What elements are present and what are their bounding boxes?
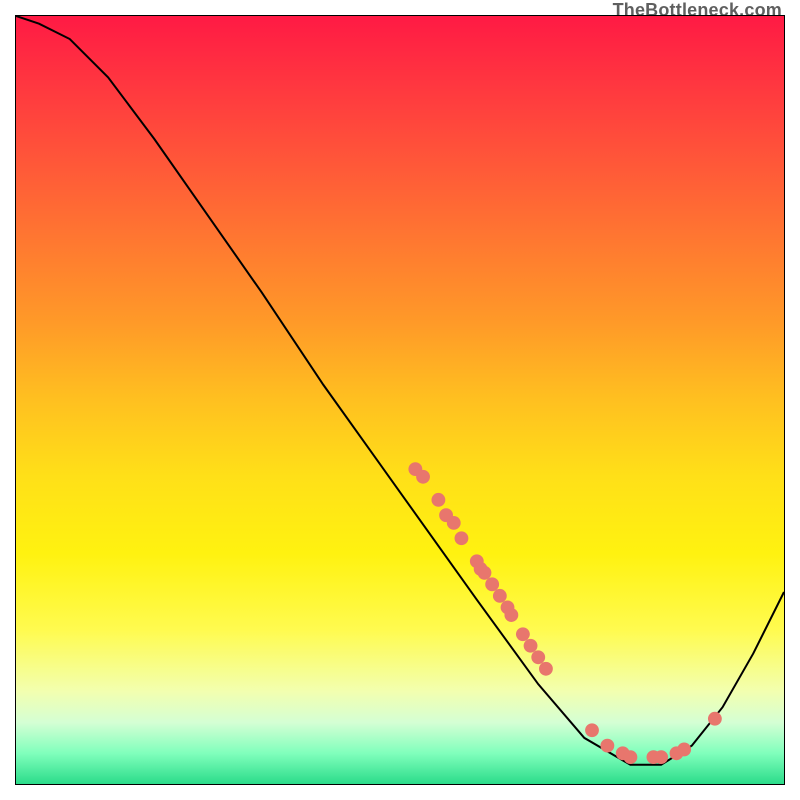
scatter-point: [485, 577, 499, 591]
scatter-point: [524, 639, 538, 653]
chart-frame: TheBottleneck.com: [0, 0, 800, 800]
scatter-point: [493, 589, 507, 603]
scatter-point: [447, 516, 461, 530]
scatter-points: [408, 462, 721, 764]
scatter-point: [455, 531, 469, 545]
scatter-point: [585, 723, 599, 737]
scatter-point: [600, 739, 614, 753]
scatter-point: [431, 493, 445, 507]
scatter-point: [416, 470, 430, 484]
scatter-point: [708, 712, 722, 726]
plot-area: [15, 15, 785, 785]
scatter-point: [531, 650, 545, 664]
scatter-point: [504, 608, 518, 622]
scatter-point: [539, 662, 553, 676]
bottleneck-curve: [16, 16, 784, 765]
scatter-point: [677, 743, 691, 757]
scatter-point: [478, 566, 492, 580]
scatter-point: [516, 627, 530, 641]
scatter-point: [654, 750, 668, 764]
chart-overlay: [16, 16, 784, 784]
scatter-point: [623, 750, 637, 764]
